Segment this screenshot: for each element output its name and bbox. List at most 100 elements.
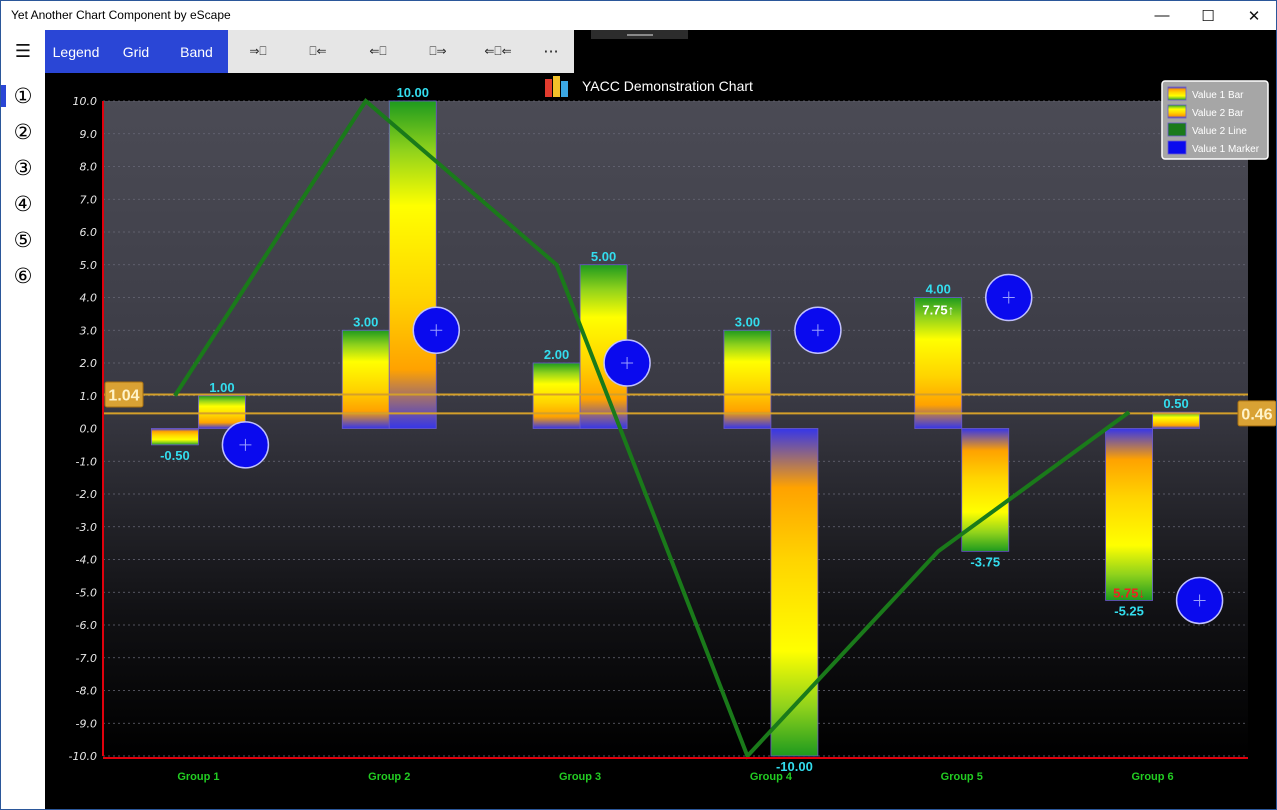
data-label: 5.00 [591,249,616,264]
data-label: 3.00 [353,314,378,329]
data-label: 5.75↓ [1113,585,1145,600]
y-tick-label: 7.0 [80,193,98,206]
legend-swatch [1167,122,1187,137]
x-category-label: Group 2 [368,771,410,783]
tab-legend[interactable]: Legend [45,30,107,73]
chart-canvas: 10.0 9.0 8.0 7.0 6.0 5.0 4.0 3.0 2.0 1.0 0.0 -1.0 -2… [69,76,1276,783]
y-tick-label: 9.0 [80,128,98,141]
sidebar-item-5[interactable]: ⑤ [1,223,45,257]
y-tick-label: 1.0 [80,390,98,403]
sidebar-item-label: ⑤ [13,228,33,252]
hamburger-icon: ☰ [14,41,32,61]
sidebar-item-label: ① [13,84,33,108]
x-category-label: Group 6 [1131,771,1173,783]
y-tick-label: 5.0 [80,259,98,272]
y-tick-label: 10.0 [73,95,98,108]
x-category-label: Group 4 [750,771,793,783]
y-tick-label: -3.0 [76,521,97,534]
app-window: Yet Another Chart Component by eScape — … [0,0,1277,810]
maximize-button[interactable]: ☐ [1185,1,1231,30]
sidebar-item-label: ③ [13,156,33,180]
tab-band[interactable]: Band [165,30,228,73]
sidebar-item-1[interactable]: ① [1,79,45,113]
data-label: 1.00 [209,380,234,395]
value1-bar [1105,428,1153,601]
tab-strip: Legend Grid Band [45,30,228,73]
data-label: -5.25 [1114,603,1144,618]
toolbar: Legend Grid Band ⇒⎕ ⎕⇐ ⇐⎕ ⎕⇒ ⇐⎕⇐ ··· [45,30,1276,73]
command-bar: ⇒⎕ ⎕⇐ ⇐⎕ ⎕⇒ ⇐⎕⇐ ··· [228,30,574,73]
shift-left-icon: ⇐⎕⇐ [484,44,512,58]
sidebar: ☰ ① ② ③ ④ ⑤ ⑥ [1,30,45,809]
value2-bar [1152,411,1200,429]
y-tick-label: -9.0 [76,717,97,730]
y-tick-label: -6.0 [76,619,97,632]
more-button[interactable]: ··· [528,30,574,73]
maximize-icon: ☐ [1201,7,1215,25]
sidebar-item-6[interactable]: ⑥ [1,259,45,293]
plot-area: 10.0 9.0 8.0 7.0 6.0 5.0 4.0 3.0 2.0 1.0 0.0 -1.0 -2… [69,76,1276,783]
window-title: Yet Another Chart Component by eScape [11,8,231,22]
value1-bar [532,362,581,429]
data-label: 2.00 [544,347,569,362]
tab-label: Legend [52,43,100,60]
legend-entry: Value 1 Bar [1192,90,1244,101]
minimize-icon: — [1154,7,1170,24]
x-category-label: Group 1 [177,771,219,783]
y-tick-label: -5.0 [76,586,97,599]
legend-entry: Value 2 Line [1192,126,1247,137]
sidebar-item-3[interactable]: ③ [1,151,45,185]
close-button[interactable]: ✕ [1231,1,1276,30]
y-tick-label: 2.0 [80,357,98,370]
push-left-button[interactable]: ⇐⎕ [348,30,408,73]
more-icon: ··· [543,42,559,61]
band-lower-tag: 0.46 [1241,406,1272,423]
data-label: 3.00 [735,314,760,329]
sidebar-item-label: ④ [13,192,33,216]
y-tick-label: -7.0 [76,652,97,665]
value1-bar [151,428,199,446]
tab-label: Band [180,43,213,60]
x-category-label: Group 5 [941,771,983,783]
tab-label: Grid [122,43,150,60]
band-upper-tag: 1.04 [108,387,139,404]
y-tick-label: -8.0 [76,685,97,698]
y-tick-label: -10.0 [69,750,97,763]
legend-swatch [1167,86,1187,101]
push-left-icon: ⇐⎕ [369,44,387,58]
shift-left-button[interactable]: ⇐⎕⇐ [468,30,528,73]
x-category-label: Group 3 [559,771,601,783]
chart-logo-icon [545,79,552,97]
pull-left-icon: ⎕⇐ [309,44,327,58]
close-icon: ✕ [1247,7,1261,25]
data-label: -0.50 [160,448,190,463]
data-label: 7.75↑ [922,303,954,318]
legend-entry: Value 2 Bar [1192,108,1244,119]
y-tick-label: -4.0 [76,554,97,567]
data-label: -3.75 [970,554,1000,569]
y-tick-label: 0.0 [80,423,98,436]
pull-left-button[interactable]: ⎕⇐ [288,30,348,73]
data-label: 10.00 [396,85,429,100]
sidebar-item-label: ② [13,120,33,144]
hamburger-menu-button[interactable]: ☰ [1,30,45,73]
y-tick-label: 4.0 [80,292,98,305]
y-tick-label: -1.0 [76,455,97,468]
push-right-button[interactable]: ⇒⎕ [228,30,288,73]
sidebar-item-label: ⑥ [13,264,33,288]
sidebar-item-4[interactable]: ④ [1,187,45,221]
y-tick-label: 3.0 [80,324,98,337]
data-label: 4.00 [926,282,951,297]
pull-right-button[interactable]: ⎕⇒ [408,30,468,73]
push-right-icon: ⇒⎕ [249,44,267,58]
pull-right-icon: ⎕⇒ [429,44,447,58]
legend-entry: Value 1 Marker [1192,144,1260,155]
y-tick-label: 6.0 [80,226,98,239]
value2-bar [388,100,437,429]
tab-grid[interactable]: Grid [107,30,165,73]
sidebar-item-2[interactable]: ② [1,115,45,149]
drag-handle[interactable] [591,30,688,39]
title-bar[interactable]: Yet Another Chart Component by eScape — … [1,1,1276,30]
minimize-button[interactable]: — [1139,1,1185,30]
chart-logo-icon-bar [561,81,568,97]
